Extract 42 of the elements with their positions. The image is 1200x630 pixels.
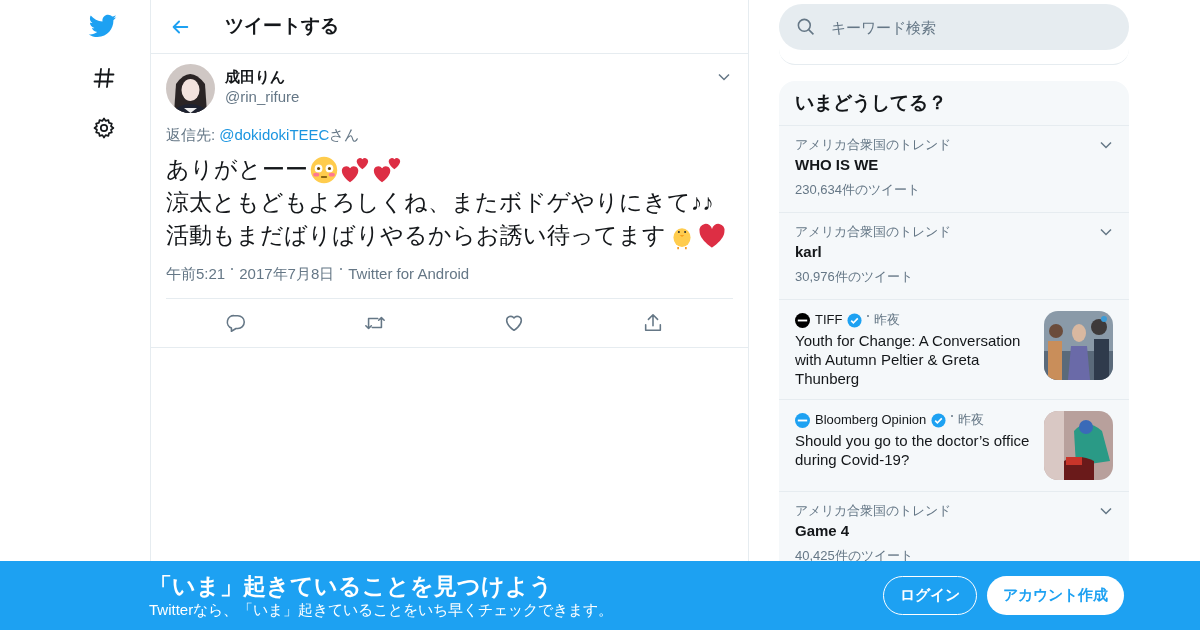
source-name[interactable]: TIFF (815, 311, 843, 329)
reply-label: 返信先: (166, 125, 216, 145)
story-time: 昨夜 (874, 311, 901, 329)
search-field[interactable]: キーワード検索 (779, 4, 1129, 50)
settings-icon[interactable] (92, 116, 116, 140)
story-headline[interactable]: Should you go to the doctor’s office during Covid-19? (795, 431, 1034, 469)
tweet-count: 40,425件のツイート (795, 547, 914, 565)
source-name[interactable]: Bloomberg Opinion (815, 411, 927, 429)
tweet-text: 涼太ともどもよろしくね、またボドゲやりにきて♪♪ (166, 188, 714, 217)
verified-badge-icon (847, 312, 863, 328)
trend-context: アメリカ合衆国のトレンド (795, 136, 951, 154)
trends-title: いまどうしてる？ (779, 81, 1129, 126)
search-icon (796, 17, 815, 36)
trend-context: アメリカ合衆国のトレンド (795, 502, 951, 520)
story-time: 昨夜 (958, 411, 985, 429)
heart-emoji-icon (698, 221, 726, 250)
tweet-count: 230,634件のツイート (795, 181, 921, 199)
tweet-text: ありがとーー (166, 155, 308, 184)
author-name[interactable]: 成田りん (225, 67, 300, 87)
source-text: Twitter for Android (348, 264, 470, 284)
two-hearts-icon (372, 155, 402, 184)
timestamp-text[interactable]: 午前5:21 (166, 264, 226, 284)
bird-logo-icon[interactable] (88, 12, 118, 40)
tweet-count: 30,976件のツイート (795, 268, 914, 286)
trend-name[interactable]: WHO IS WE (795, 155, 1113, 175)
verified-badge-icon (931, 412, 947, 428)
trend-name[interactable]: Game 4 (795, 521, 1113, 541)
timestamp-text: 2017年7月8日 (239, 264, 335, 284)
reply-suffix: さん (329, 125, 360, 145)
reply-icon[interactable] (224, 312, 247, 334)
page-title: ツイートする (225, 14, 339, 39)
flushed-face-icon (310, 155, 338, 184)
trend-name[interactable]: karl (795, 242, 1113, 262)
avatar[interactable] (166, 64, 215, 113)
two-hearts-icon (340, 155, 370, 184)
banner-subtitle: Twitterなら、「いま」起きていることをいち早くチェックできます。 (149, 599, 614, 620)
story-headline[interactable]: Youth for Change: A Conversation with Autumn Peltier & Greta Thunberg (795, 331, 1034, 388)
hashtag-icon[interactable] (92, 66, 116, 90)
tweet-text: 活動もまだばりばりやるからお誘い待ってます (166, 221, 666, 250)
trend-context: アメリカ合衆国のトレンド (795, 223, 951, 241)
author-handle[interactable]: @rin_rifure (225, 87, 300, 107)
banner-title: 「いま」起きていることを見つけよう (149, 571, 554, 600)
